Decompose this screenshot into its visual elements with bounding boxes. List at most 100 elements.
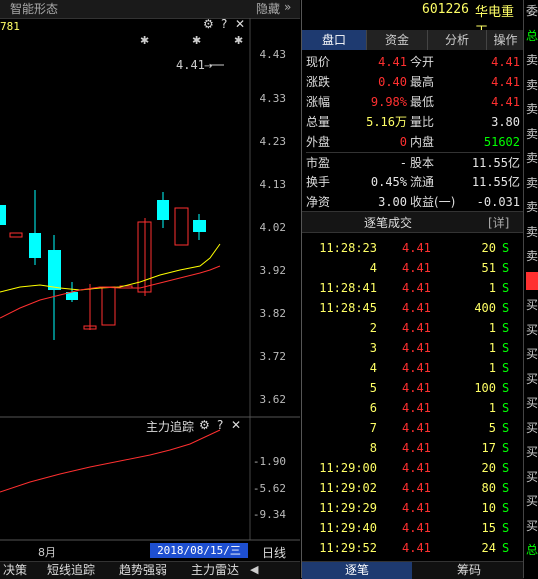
trade-volume: 1 <box>488 361 496 375</box>
tab-chips[interactable]: 筹码 <box>414 562 524 579</box>
price-axis-label: 4.23 <box>259 135 287 148</box>
trade-price: 4.41 <box>402 461 431 475</box>
strip-char: 卖 <box>526 151 538 165</box>
price-marker-label: 4.41 <box>176 58 205 72</box>
indicator-title[interactable]: 主力追踪 <box>146 418 194 435</box>
tab-main-radar[interactable]: 主力雷达 <box>184 562 246 578</box>
marker-star: ✱ <box>140 34 149 47</box>
help-icon[interactable]: ? <box>217 418 223 432</box>
tab-short-track[interactable]: 短线追踪 <box>40 562 102 578</box>
trade-price: 4.41 <box>402 261 431 275</box>
trade-side: S <box>502 521 510 535</box>
trade-time: 3 <box>369 341 377 355</box>
quote-value: 3.80 <box>491 115 520 129</box>
quote-label: 外盘 <box>306 135 331 149</box>
candle <box>29 233 41 258</box>
trade-side: S <box>502 481 510 495</box>
trade-time: 7 <box>369 421 377 435</box>
strip-char: 委 <box>526 4 538 18</box>
trade-row: 6 4.41 1 S <box>302 398 524 418</box>
trade-row: 11:29:52 4.41 24 S <box>302 538 524 558</box>
trade-side: S <box>502 341 510 355</box>
trade-price: 4.41 <box>402 501 431 515</box>
trade-time: 11:29:29 <box>319 501 377 515</box>
quote-row: 市盈 - 股本 11.55亿 <box>306 152 520 173</box>
trades-title: 逐笔成交 <box>364 216 413 230</box>
trade-time: 11:29:52 <box>319 541 377 555</box>
quote-value: 4.41 <box>491 75 520 89</box>
price-axis-label: 4.33 <box>259 92 287 105</box>
strip-char: 买 <box>526 420 538 435</box>
trade-volume: 10 <box>481 501 496 515</box>
trade-time: 5 <box>369 381 377 395</box>
quote-row: 现价 4.41 今开 4.41 <box>306 52 520 72</box>
trade-row: 8 4.41 17 S <box>302 438 524 458</box>
strip-char: 买 <box>526 298 538 312</box>
quote-tabs: 盘口 资金 分析 操作 <box>302 30 525 50</box>
trade-price: 4.41 <box>402 361 431 375</box>
tab-operation[interactable]: 操作 <box>487 30 525 50</box>
candle <box>9 232 23 238</box>
trade-volume: 51 <box>481 261 496 275</box>
tab-tick-by-tick[interactable]: 逐笔 <box>302 562 412 579</box>
trade-volume: 5 <box>488 421 496 435</box>
gear-icon[interactable]: ⚙ <box>199 418 210 432</box>
strip-char: 卖 <box>526 77 538 92</box>
strip-char: 卖 <box>526 175 538 190</box>
quote-label: 总量 <box>306 115 331 129</box>
marker-star: ✱ <box>234 34 243 47</box>
trade-row: 4 4.41 1 S <box>302 358 524 378</box>
trade-price: 4.41 <box>402 521 431 535</box>
quote-label: 换手 <box>306 175 331 189</box>
quote-label: 今开 <box>410 55 435 69</box>
indicator-axis-label: -5.62 <box>252 482 286 495</box>
quote-label: 市盈 <box>306 156 331 170</box>
price-axis-label: 4.43 <box>259 48 287 61</box>
trade-row: 11:28:41 4.41 1 S <box>302 278 524 298</box>
tab-decision[interactable]: 决策 <box>0 562 30 578</box>
kline-chart-panel: 智能形态 隐藏 » 781 ⚙ ? ✕ ✱ ✱ ✱ → 4.43 4.33 4.… <box>0 0 300 579</box>
strip-char: 买 <box>526 494 538 508</box>
svg-text:→: → <box>204 61 212 72</box>
trade-price: 4.41 <box>402 441 431 455</box>
quote-value: - <box>399 156 407 170</box>
quote-value: 11.55亿 <box>471 156 520 170</box>
trade-volume: 1 <box>488 281 496 295</box>
tab-handicap[interactable]: 盘口 <box>302 30 367 50</box>
trade-row: 11:29:00 4.41 20 S <box>302 458 524 478</box>
close-icon[interactable]: ✕ <box>231 418 241 432</box>
trade-side: S <box>502 301 510 315</box>
trade-row: 3 4.41 1 S <box>302 338 524 358</box>
trade-volume: 1 <box>488 341 496 355</box>
date-badge: 2018/08/15/三 <box>150 543 248 558</box>
quote-value: 9.98% <box>370 95 407 109</box>
tab-analysis[interactable]: 分析 <box>428 30 487 50</box>
period-label[interactable]: 日线 <box>262 544 286 561</box>
ma-line-red <box>0 265 221 319</box>
trade-price: 4.41 <box>402 541 431 555</box>
strip-char: 买 <box>526 322 538 337</box>
trade-price: 4.41 <box>402 481 431 495</box>
trade-time: 11:29:40 <box>319 521 377 535</box>
quote-row: 涨幅 9.98% 最低 4.41 <box>306 92 520 112</box>
quote-label: 最高 <box>410 75 435 89</box>
strip-char: 卖 <box>526 53 538 67</box>
strip-char: 买 <box>526 347 538 361</box>
trade-row: 5 4.41 100 S <box>302 378 524 398</box>
trade-time: 4 <box>369 361 377 375</box>
trade-side: S <box>502 421 510 435</box>
quote-label: 内盘 <box>410 135 435 149</box>
trades-detail-link[interactable]: [详] <box>488 214 509 231</box>
tab-trend-strength[interactable]: 趋势强弱 <box>112 562 174 578</box>
strip-char: 卖 <box>526 249 538 263</box>
quote-value: 0.45% <box>370 175 407 189</box>
candle <box>0 205 6 225</box>
trade-time: 4 <box>369 261 377 275</box>
tab-funds[interactable]: 资金 <box>367 30 428 50</box>
trade-volume: 17 <box>481 441 496 455</box>
price-axis-label: 3.82 <box>259 307 287 320</box>
trade-side: S <box>502 541 510 555</box>
strip-char: 总 <box>526 543 538 557</box>
trade-volume: 1 <box>488 401 496 415</box>
scroll-arrow-icon[interactable]: ◀ <box>250 563 258 576</box>
